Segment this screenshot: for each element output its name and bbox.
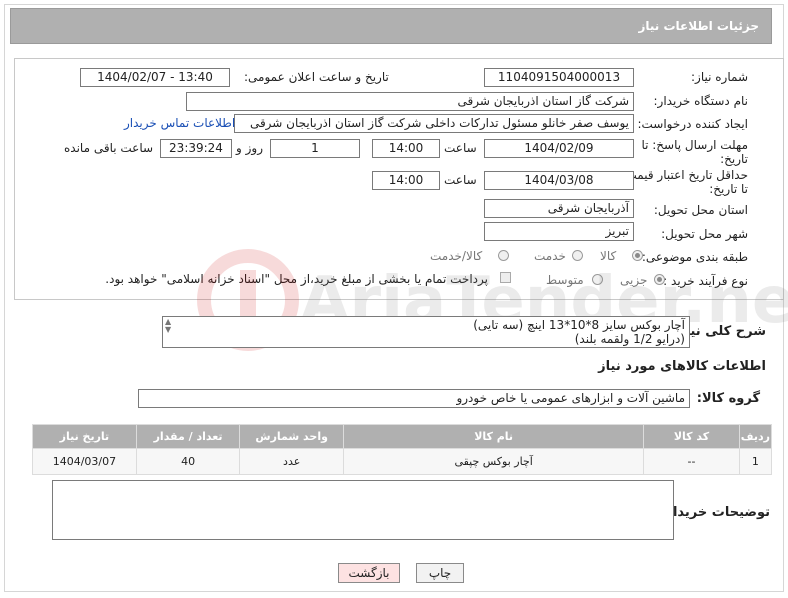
page-title: جزئیات اطلاعات نیاز [10,8,772,44]
col-quantity: تعداد / مقدار [135,424,241,449]
category-service-radio[interactable] [572,250,583,261]
category-goods-radio[interactable] [632,250,643,261]
goods-group-label: گروه کالا: [696,391,760,406]
deadline-label-line1: مهلت ارسال پاسخ: تا [641,138,748,152]
buyer-org-field[interactable]: شرکت گاز استان اذربایجان شرقی [186,92,634,111]
cell-need-date: 1404/03/07 [32,448,137,475]
back-button[interactable]: بازگشت [338,563,400,583]
days-remaining-field[interactable]: 1 [270,139,360,158]
cell-row-number: 1 [738,448,773,475]
delivery-province-label: استان محل تحویل: [653,203,748,217]
days-label: روز و [236,141,263,155]
time-remaining-field[interactable]: 23:39:24 [160,139,232,158]
price-validity-label-line1: حداقل تاریخ اعتبار قیمت: [621,168,748,182]
delivery-city-label: شهر محل تحویل: [661,227,748,241]
purchase-type-minor-radio[interactable] [654,274,665,285]
table-row[interactable]: 1 -- آچار بوکس چپقی عدد 40 1404/03/07 [32,448,773,475]
goods-table: ردیف کد کالا نام کالا واحد شمارش تعداد /… [32,424,773,475]
purchase-type-minor-label: جزیی [620,273,648,287]
need-number-field[interactable]: 1104091504000013 [484,68,634,87]
col-item-name: نام کالا [342,424,645,449]
purchase-type-label: نوع فرآیند خرید : [663,274,748,288]
delivery-province-field[interactable]: آذربایجان شرقی [484,199,634,218]
creator-field[interactable]: یوسف صفر خانلو مسئول تدارکات داخلی شرکت … [234,114,634,133]
treasury-payment-checkbox[interactable] [500,272,511,283]
buyer-org-label: نام دستگاه خریدار: [653,94,749,108]
category-goods-service-label: کالا/خدمت [430,249,483,263]
col-unit: واحد شمارش [239,424,344,449]
time-remaining-label: ساعت باقی مانده [64,141,154,155]
col-row-number: ردیف [738,424,773,449]
price-validity-date-field[interactable]: 1404/03/08 [484,171,634,190]
print-button[interactable]: چاپ [416,563,464,583]
textarea-scroll-arrows-icon[interactable]: ▲ ▼ [165,318,171,334]
goods-group-field[interactable]: ماشین آلات و ابزارهای عمومی یا خاص خودرو [138,389,690,408]
price-validity-time-field[interactable]: 14:00 [372,171,440,190]
deadline-time-label: ساعت [444,141,477,155]
deadline-time-field[interactable]: 14:00 [372,139,440,158]
price-validity-time-label: ساعت [444,173,477,187]
buyer-notes-textarea[interactable] [52,480,674,540]
cell-quantity: 40 [135,448,241,475]
need-number-label: شماره نیاز: [691,70,748,84]
deadline-date-field[interactable]: 1404/02/09 [484,139,634,158]
category-goods-service-radio[interactable] [498,250,509,261]
cell-unit: عدد [239,448,344,475]
goods-table-header-row: ردیف کد کالا نام کالا واحد شمارش تعداد /… [32,424,773,449]
need-description-textarea[interactable]: آچار بوکس سایز 8*10*13 اینچ (سه تایی) (د… [162,316,690,348]
need-description-line1: آچار بوکس سایز 8*10*13 اینچ (سه تایی) [473,318,685,332]
treasury-payment-note: پرداخت تمام یا بخشی از مبلغ خرید،از محل … [105,272,488,286]
price-validity-label-line2: تا تاریخ: [709,182,748,196]
goods-section-title: اطلاعات کالاهای مورد نیاز [598,359,766,374]
need-description-line2: (درایو 1/2 ولقمه بلند) [574,332,685,346]
col-item-code: کد کالا [643,424,740,449]
col-need-date: تاریخ نیاز [32,424,137,449]
category-service-label: خدمت [534,249,566,263]
announce-date-field[interactable]: 1404/02/07 - 13:40 [80,68,230,87]
purchase-type-medium-label: متوسط [546,273,584,287]
cell-item-name: آچار بوکس چپقی [342,448,645,475]
cell-item-code: -- [643,448,740,475]
announce-date-label: تاریخ و ساعت اعلان عمومی: [244,70,389,84]
buyer-notes-label: توضیحات خریدار: [660,505,770,520]
category-goods-label: کالا [600,249,617,263]
buyer-contact-link[interactable]: اطلاعات تماس خریدار [124,116,235,130]
creator-label: ایجاد کننده درخواست: [637,117,748,131]
delivery-city-field[interactable]: تبریز [484,222,634,241]
purchase-type-medium-radio[interactable] [592,274,603,285]
category-label: طبقه بندی موضوعی: [641,250,748,264]
deadline-label-line2: تاریخ: [720,152,748,166]
